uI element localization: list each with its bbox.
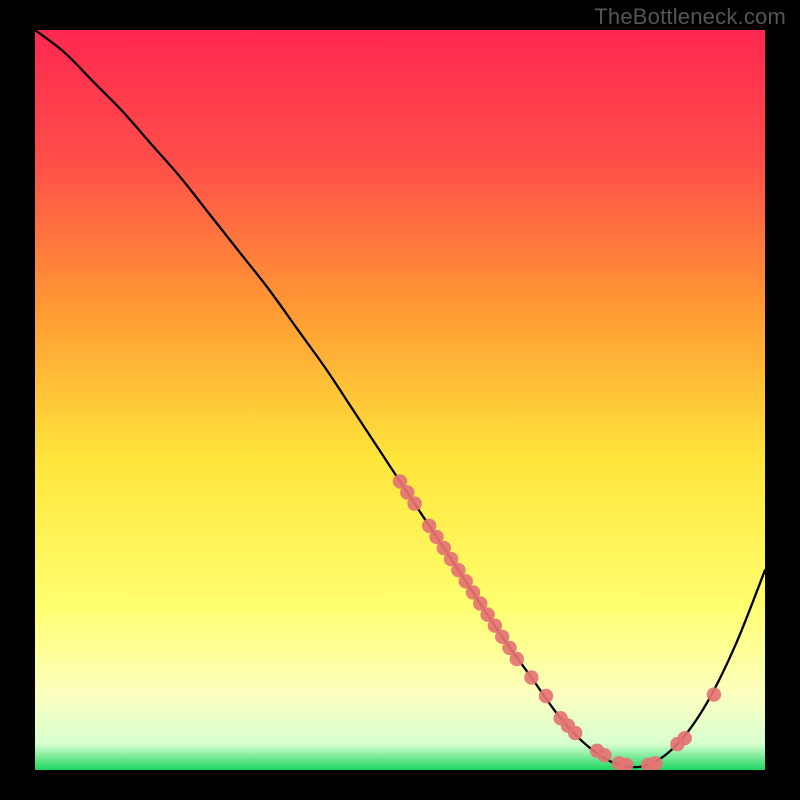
data-point [524, 670, 538, 684]
bottleneck-chart [35, 30, 765, 770]
data-point [539, 689, 553, 703]
data-point [407, 496, 421, 510]
watermark-text: TheBottleneck.com [594, 4, 786, 30]
data-point [707, 687, 721, 701]
data-point [510, 652, 524, 666]
data-point [597, 748, 611, 762]
data-point [568, 726, 582, 740]
data-point [648, 756, 662, 770]
chart-stage: TheBottleneck.com [0, 0, 800, 800]
data-point [678, 731, 692, 745]
gradient-background [35, 30, 765, 770]
